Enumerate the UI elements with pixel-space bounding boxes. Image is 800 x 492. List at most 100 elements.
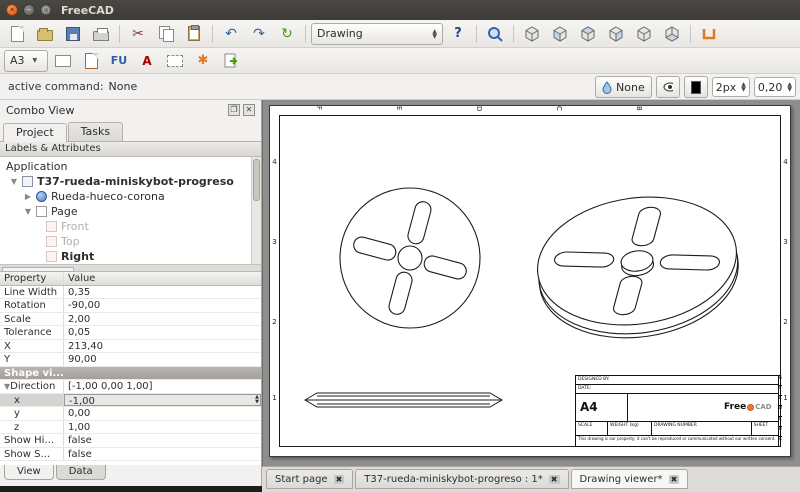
tab-view[interactable]: View (4, 465, 54, 480)
float-panel-button[interactable]: ❐ (228, 104, 240, 116)
spinner-arrows-icon[interactable]: ▲▼ (255, 395, 259, 406)
tab-project[interactable]: Project (3, 123, 67, 142)
new-drawing-page-button[interactable] (50, 49, 76, 73)
fill-none-button[interactable]: None (595, 76, 652, 98)
part-icon (36, 191, 47, 202)
copy-button[interactable] (153, 22, 179, 46)
toolbar-separator (690, 25, 691, 43)
property-group-shape-view[interactable]: Shape vi... (0, 367, 261, 381)
property-row[interactable]: X213,40 (0, 340, 261, 354)
collapse-arrow-icon[interactable]: ▶ (24, 192, 32, 201)
tree-scrollbar[interactable] (251, 157, 261, 264)
tree-item-front[interactable]: Front (0, 219, 249, 234)
property-row[interactable]: Line Width0,35 (0, 286, 261, 300)
landscape-page-icon (55, 55, 71, 67)
document-icon (22, 176, 33, 187)
new-document-button[interactable] (4, 22, 30, 46)
export-page-button[interactable] (218, 49, 244, 73)
tree-item-right[interactable]: Right (0, 249, 249, 264)
close-tab-icon[interactable]: ✖ (549, 475, 560, 484)
front-view-button[interactable] (547, 22, 573, 46)
close-panel-button[interactable]: ✕ (243, 104, 255, 116)
measure-button[interactable] (696, 22, 722, 46)
command-bar: active command: None None 2px ▲▼ 0,20 ▲▼ (0, 74, 800, 100)
tab-tasks[interactable]: Tasks (68, 122, 123, 141)
property-row[interactable]: Scale2,00 (0, 313, 261, 327)
symbol-icon: ✱ (198, 53, 209, 68)
whats-this-button[interactable]: ? (445, 22, 471, 46)
close-tab-icon[interactable]: ✖ (669, 475, 680, 484)
property-row-direction[interactable]: ▼Direction [-1,00 0,00 1,00] (0, 380, 261, 394)
annotation-button[interactable]: A (134, 49, 160, 73)
property-row-x-editing[interactable]: x -1,00 ▲▼ (0, 394, 261, 408)
document-tab-bar: Start page ✖ T37-rueda-miniskybot-progre… (262, 466, 800, 492)
visibility-button[interactable] (656, 76, 680, 98)
redo-button[interactable]: ↷ (246, 22, 272, 46)
tab-document[interactable]: T37-rueda-miniskybot-progreso : 1* ✖ (355, 469, 568, 489)
rear-view-cube-icon (636, 26, 652, 42)
insert-view-button[interactable]: FU (106, 49, 132, 73)
panel-splitter[interactable] (0, 265, 261, 272)
active-command-label: active command: (8, 80, 104, 93)
property-row[interactable]: Show S...false (0, 448, 261, 462)
window-close-button[interactable]: ✕ (6, 4, 18, 16)
axonometric-view-button[interactable] (519, 22, 545, 46)
property-row[interactable]: Tolerance0,05 (0, 326, 261, 340)
tab-data[interactable]: Data (56, 465, 106, 480)
undo-icon: ↶ (225, 27, 237, 41)
combo-arrow-icon: ▼ (33, 58, 38, 63)
paste-button[interactable] (181, 22, 207, 46)
workbench-selector[interactable]: Drawing ▲▼ (311, 23, 443, 45)
line-color-button[interactable] (684, 76, 708, 98)
right-view-button[interactable] (603, 22, 629, 46)
top-view-button[interactable] (575, 22, 601, 46)
title-block-date: DATE: (576, 385, 778, 394)
open-svg-button[interactable] (78, 49, 104, 73)
fit-all-button[interactable] (482, 22, 508, 46)
open-document-button[interactable] (32, 22, 58, 46)
combo-view-header: Combo View ❐ ✕ (0, 100, 261, 120)
refresh-button[interactable]: ↻ (274, 22, 300, 46)
tree-item-document[interactable]: ▼ T37-rueda-miniskybot-progreso (0, 174, 249, 189)
tab-drawing-viewer[interactable]: Drawing viewer* ✖ (571, 469, 689, 489)
workbench-selector-value: Drawing (317, 27, 363, 40)
rear-view-button[interactable] (631, 22, 657, 46)
page-format-selector[interactable]: A3 ▼ (4, 50, 48, 72)
clip-group-button[interactable] (162, 49, 188, 73)
drawing-viewport[interactable]: F E D C B 4 3 2 1 4 3 2 1 (262, 100, 800, 466)
save-button[interactable] (60, 22, 86, 46)
cut-button[interactable]: ✂ (125, 22, 151, 46)
close-tab-icon[interactable]: ✖ (334, 475, 345, 484)
freecad-logo: Free CAD (628, 394, 778, 421)
model-tree: Application ▼ T37-rueda-miniskybot-progr… (0, 157, 261, 265)
property-row[interactable]: y0,00 (0, 407, 261, 421)
page-format-value: A3 (10, 54, 25, 67)
tab-start-page[interactable]: Start page ✖ (266, 469, 353, 489)
window-title: FreeCAD (61, 4, 114, 17)
toolbar-separator (305, 25, 306, 43)
tree-item-top[interactable]: Top (0, 234, 249, 249)
undo-button[interactable]: ↶ (218, 22, 244, 46)
property-row[interactable]: Y90,00 (0, 353, 261, 367)
property-row[interactable]: z1,00 (0, 421, 261, 435)
window-maximize-button[interactable]: ▢ (40, 4, 52, 16)
bottom-view-button[interactable] (659, 22, 685, 46)
property-row[interactable]: Show Hi...false (0, 434, 261, 448)
expand-arrow-icon[interactable]: ▼ (10, 177, 18, 186)
black-swatch-icon (691, 81, 701, 94)
combo-view-panel: Combo View ❐ ✕ Project Tasks Labels & At… (0, 100, 262, 486)
print-button[interactable] (88, 22, 114, 46)
title-block-designed-by: DESIGNED BY: (576, 376, 778, 385)
tree-item-rueda[interactable]: ▶ Rueda-hueco-corona (0, 189, 249, 204)
expand-arrow-icon[interactable]: ▼ (24, 207, 32, 216)
view-data-tabs: View Data (0, 465, 261, 485)
line-width-selector[interactable]: 2px ▲▼ (712, 77, 750, 97)
window-minimize-button[interactable]: − (23, 4, 35, 16)
tree-item-page[interactable]: ▼ Page (0, 204, 249, 219)
point-size-spinbox[interactable]: 0,20 ▲▼ (754, 77, 796, 97)
tree-item-application[interactable]: Application (0, 159, 249, 174)
property-row[interactable]: Rotation-90,00 (0, 299, 261, 313)
magnifier-icon (487, 26, 503, 42)
main-toolbar: ✂ ↶ ↷ ↻ Drawing ▲▼ ? (0, 20, 800, 48)
draft-view-button[interactable]: ✱ (190, 49, 216, 73)
